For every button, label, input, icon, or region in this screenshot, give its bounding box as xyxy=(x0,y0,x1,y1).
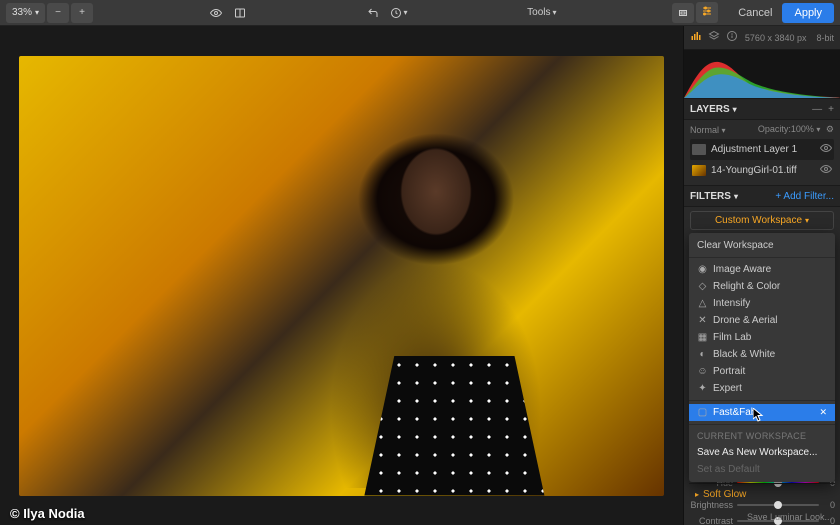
filters-panel-body: Custom Workspace ▾ Clear Workspace ◉Imag… xyxy=(684,207,840,525)
filters-panel-header: FILTERS ▾ + Add Filter... xyxy=(684,185,840,207)
zoom-out-button[interactable]: − xyxy=(47,3,69,23)
expert-icon: ✦ xyxy=(697,383,708,394)
layer-name: 14-YoungGirl-01.tiff xyxy=(711,165,797,176)
layers-tab-icon[interactable] xyxy=(708,30,720,45)
cancel-button[interactable]: Cancel xyxy=(730,7,780,19)
right-sidebar: 5760 x 3840 px 8-bit LAYERS ▾ — + xyxy=(683,26,840,525)
preview-image xyxy=(19,56,664,496)
top-toolbar: 33% ▾ − + ▾ T xyxy=(0,0,840,26)
chevron-down-icon: ▾ xyxy=(35,8,39,17)
menu-item-image-aware[interactable]: ◉Image Aware xyxy=(689,261,835,278)
zoom-value: 33% xyxy=(12,7,32,18)
filters-title[interactable]: FILTERS ▾ xyxy=(690,191,738,202)
canvas-area[interactable]: © Ilya Nodia xyxy=(0,26,683,525)
chevron-down-icon: ▾ xyxy=(805,216,809,225)
layer-name: Adjustment Layer 1 xyxy=(711,144,797,155)
sidebar-tabs: 5760 x 3840 px 8-bit xyxy=(684,26,840,50)
triangle-icon: △ xyxy=(697,298,708,309)
layer-thumb-icon xyxy=(692,165,706,176)
menu-item-relight-color[interactable]: ◇Relight & Color xyxy=(689,278,835,295)
crop-icon[interactable] xyxy=(672,3,694,23)
chevron-right-icon: ▸ xyxy=(695,490,699,499)
apply-button[interactable]: Apply xyxy=(782,3,834,23)
layers-panel-body: Normal ▾ Opacity:100% ▾ ⚙ Adjustment Lay… xyxy=(684,120,840,185)
film-icon: ▦ xyxy=(697,332,708,343)
app-root: 33% ▾ − + ▾ T xyxy=(0,0,840,525)
workspace-dropdown: Clear Workspace ◉Image Aware ◇Relight & … xyxy=(689,233,835,482)
add-filter-button[interactable]: + Add Filter... xyxy=(775,191,834,202)
save-look-hint[interactable]: Save Luminar Look... xyxy=(747,512,832,522)
menu-item-intensify[interactable]: △Intensify xyxy=(689,295,835,312)
menu-item-save-as-workspace[interactable]: Save As New Workspace... xyxy=(689,444,835,461)
menu-item-expert[interactable]: ✦Expert xyxy=(689,380,835,397)
menu-item-set-default: Set as Default xyxy=(689,461,835,478)
image-dimensions: 5760 x 3840 px xyxy=(745,33,807,43)
adjust-panel-icon[interactable] xyxy=(696,2,718,23)
drop-icon: ◇ xyxy=(697,281,708,292)
gear-icon[interactable]: ⚙ xyxy=(826,124,834,134)
main-area: © Ilya Nodia 5760 x 3840 px 8-bit xyxy=(0,26,840,525)
visibility-eye-icon[interactable] xyxy=(820,163,832,178)
menu-item-portrait[interactable]: ☺Portrait xyxy=(689,363,835,380)
menu-item-film-lab[interactable]: ▦Film Lab xyxy=(689,329,835,346)
filter-soft-glow[interactable]: ▸ Soft Glow xyxy=(689,483,835,505)
layer-row[interactable]: 14-YoungGirl-01.tiff xyxy=(690,160,834,181)
opacity-control[interactable]: Opacity:100% ▾ ⚙ xyxy=(758,124,834,135)
window-icon: ▢ xyxy=(697,407,708,418)
image-bitdepth: 8-bit xyxy=(816,33,834,43)
portrait-icon: ☺ xyxy=(697,366,708,377)
zoom-dropdown[interactable]: 33% ▾ xyxy=(6,3,45,23)
chevron-down-icon: ▾ xyxy=(734,192,738,201)
workspace-selector[interactable]: Custom Workspace ▾ xyxy=(690,211,834,230)
history-button[interactable]: ▾ xyxy=(386,3,411,23)
layers-panel-header: LAYERS ▾ — + xyxy=(684,98,840,120)
chevron-down-icon: ▾ xyxy=(733,105,737,114)
contrast-icon: ◐ xyxy=(697,349,708,360)
layers-add-icon[interactable]: + xyxy=(828,104,834,115)
visibility-eye-icon[interactable] xyxy=(820,142,832,157)
layer-row[interactable]: Adjustment Layer 1 xyxy=(690,139,834,160)
layer-thumb-icon xyxy=(692,144,706,155)
eye-icon: ◉ xyxy=(697,264,708,275)
layers-title[interactable]: LAYERS ▾ xyxy=(690,104,737,115)
zoom-in-button[interactable]: + xyxy=(71,3,93,23)
menu-heading-current-workspace: CURRENT WORKSPACE xyxy=(689,428,835,444)
undo-button[interactable] xyxy=(362,3,384,23)
before-after-icon[interactable] xyxy=(229,3,251,23)
drone-icon: ✕ xyxy=(697,315,708,326)
histogram-tab-icon[interactable] xyxy=(690,30,702,45)
menu-item-fast-fab[interactable]: ▢ Fast&Fab ✕ xyxy=(689,404,835,421)
image-credit: © Ilya Nodia xyxy=(10,506,85,521)
layers-collapse-icon[interactable]: — xyxy=(812,104,822,115)
compare-eye-icon[interactable] xyxy=(205,3,227,23)
close-icon[interactable]: ✕ xyxy=(819,407,827,418)
histogram[interactable] xyxy=(684,50,840,98)
info-tab-icon[interactable] xyxy=(726,30,738,45)
menu-item-clear-workspace[interactable]: Clear Workspace xyxy=(689,237,835,254)
menu-item-black-white[interactable]: ◐Black & White xyxy=(689,346,835,363)
blend-mode-dropdown[interactable]: Normal ▾ xyxy=(690,125,726,135)
tools-dropdown[interactable]: Tools ▾ xyxy=(523,3,560,23)
menu-item-drone-aerial[interactable]: ✕Drone & Aerial xyxy=(689,312,835,329)
